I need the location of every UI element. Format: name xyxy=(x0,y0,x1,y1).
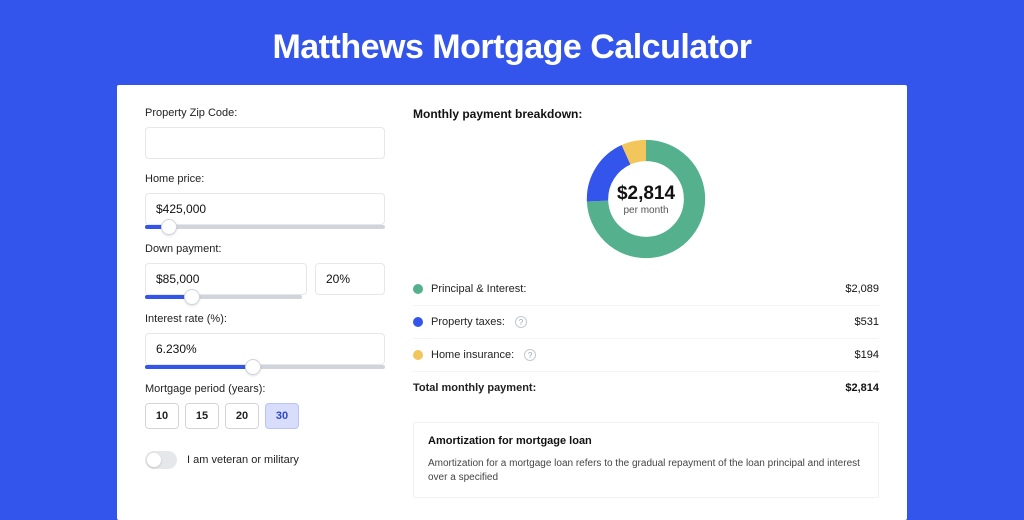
legend-label: Principal & Interest: xyxy=(431,283,526,295)
breakdown-heading: Monthly payment breakdown: xyxy=(413,107,879,121)
interest-rate-slider-fill xyxy=(145,365,253,369)
mortgage-period-label: Mortgage period (years): xyxy=(145,383,385,395)
veteran-toggle-knob xyxy=(147,453,161,467)
amortization-card: Amortization for mortgage loan Amortizat… xyxy=(413,422,879,498)
donut-center-amount: $2,814 xyxy=(617,183,675,205)
legend-dot xyxy=(413,317,423,327)
zip-label: Property Zip Code: xyxy=(145,107,385,119)
interest-rate-slider-thumb[interactable] xyxy=(245,359,261,375)
legend-value: $194 xyxy=(855,349,879,361)
legend-value: $531 xyxy=(855,316,879,328)
total-label: Total monthly payment: xyxy=(413,382,536,394)
amortization-heading: Amortization for mortgage loan xyxy=(428,435,864,447)
donut-center-sub: per month xyxy=(623,205,668,216)
period-btn-30[interactable]: 30 xyxy=(265,403,299,429)
zip-input[interactable] xyxy=(145,127,385,159)
period-btn-10[interactable]: 10 xyxy=(145,403,179,429)
veteran-toggle[interactable] xyxy=(145,451,177,469)
home-price-input[interactable] xyxy=(145,193,385,225)
inputs-column: Property Zip Code: Home price: Down paym… xyxy=(145,107,385,498)
info-icon[interactable]: ? xyxy=(515,316,527,328)
total-value: $2,814 xyxy=(845,382,879,394)
period-btn-15[interactable]: 15 xyxy=(185,403,219,429)
legend-label: Property taxes: xyxy=(431,316,505,328)
veteran-toggle-label: I am veteran or military xyxy=(187,454,299,466)
breakdown-column: Monthly payment breakdown: $2,814 per mo… xyxy=(413,107,879,498)
interest-rate-input[interactable] xyxy=(145,333,385,365)
calculator-card: Property Zip Code: Home price: Down paym… xyxy=(117,85,907,520)
interest-rate-slider[interactable] xyxy=(145,365,385,369)
down-payment-label: Down payment: xyxy=(145,243,385,255)
legend-dot xyxy=(413,284,423,294)
legend-row: Home insurance:? $194 xyxy=(413,339,879,372)
legend-row: Principal & Interest: $2,089 xyxy=(413,273,879,306)
legend-label: Home insurance: xyxy=(431,349,514,361)
legend-dot xyxy=(413,350,423,360)
interest-rate-label: Interest rate (%): xyxy=(145,313,385,325)
down-payment-pct-input[interactable] xyxy=(315,263,385,295)
amortization-text: Amortization for a mortgage loan refers … xyxy=(428,457,864,485)
home-price-slider-thumb[interactable] xyxy=(161,219,177,235)
down-payment-amount-input[interactable] xyxy=(145,263,307,295)
home-price-label: Home price: xyxy=(145,173,385,185)
period-btn-20[interactable]: 20 xyxy=(225,403,259,429)
info-icon[interactable]: ? xyxy=(524,349,536,361)
legend-row: Property taxes:? $531 xyxy=(413,306,879,339)
legend-value: $2,089 xyxy=(845,283,879,295)
down-payment-slider-thumb[interactable] xyxy=(184,289,200,305)
mortgage-period-buttons: 10152030 xyxy=(145,403,385,429)
down-payment-slider[interactable] xyxy=(145,295,302,299)
page-title: Matthews Mortgage Calculator xyxy=(0,0,1024,85)
breakdown-donut-chart: $2,814 per month xyxy=(582,135,710,263)
home-price-slider[interactable] xyxy=(145,225,385,229)
